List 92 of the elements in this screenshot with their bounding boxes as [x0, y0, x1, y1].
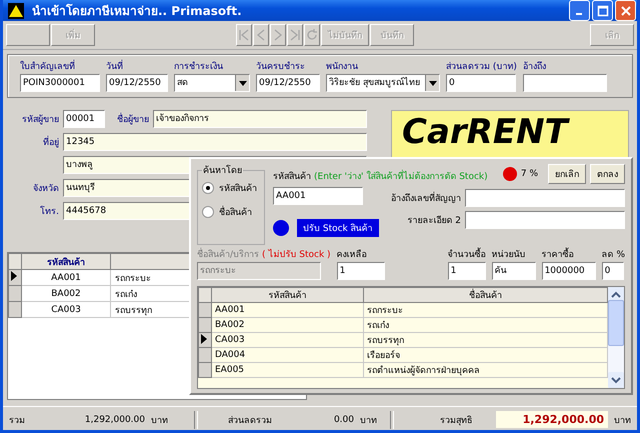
- caret-icon: [238, 80, 246, 86]
- input-field[interactable]: 1: [336, 262, 385, 280]
- field-label: พนักงาน: [326, 61, 359, 73]
- field-label: จำนวนซื้อ: [448, 247, 486, 261]
- toolbar-button[interactable]: [6, 24, 50, 46]
- dialog-button[interactable]: ยกเลิก: [548, 164, 586, 184]
- field-label: ลด %: [602, 249, 625, 261]
- field-label: อ้างถึงเลขที่สัญญา: [391, 191, 461, 205]
- maximize-button[interactable]: [592, 0, 613, 21]
- discount-label: ส่วนลดรวม: [228, 414, 273, 426]
- arrow-icon: [288, 28, 302, 42]
- field-label: การชำระเงิน: [174, 60, 224, 73]
- radio-option[interactable]: ชื่อสินค้า: [202, 205, 260, 219]
- field-label: อ้างถึง: [522, 60, 547, 73]
- row-indicator[interactable]: [198, 332, 212, 348]
- minimize-button[interactable]: [569, 0, 590, 21]
- input-field[interactable]: รถกระบะ: [197, 262, 321, 280]
- close-button[interactable]: [615, 0, 636, 21]
- table-cell: รถตำแหน่งผู้จัดการฝ่ายบุคคล: [364, 362, 608, 378]
- currency-label: บาท: [614, 414, 631, 426]
- table-cell: AA001: [212, 302, 364, 318]
- close-icon: [620, 4, 632, 16]
- input-field[interactable]: 00001: [63, 110, 105, 128]
- caret-icon: [428, 80, 436, 86]
- net-total-value: 1,292,000.00: [496, 411, 608, 428]
- discount-value: 0.00: [332, 414, 354, 424]
- input-field[interactable]: AA001: [273, 187, 363, 205]
- input-field[interactable]: POIN3000001: [20, 74, 100, 92]
- input-field[interactable]: 1000000: [542, 262, 596, 280]
- net-total-label: รวมสุทธิ: [440, 414, 472, 426]
- scroll-down-icon[interactable]: [608, 372, 624, 388]
- input-field[interactable]: 0: [446, 74, 516, 92]
- field-label: รายละเอียด 2: [407, 214, 461, 227]
- row-indicator[interactable]: [8, 270, 22, 286]
- table-cell: BA002: [22, 286, 110, 302]
- table-cell: DA004: [212, 348, 364, 362]
- table-cell: CA003: [212, 332, 364, 348]
- column-header: รหัสสินค้า: [22, 254, 110, 270]
- column-header: ชื่อสินค้า: [364, 288, 608, 302]
- input-field[interactable]: [465, 189, 625, 207]
- field-label: ชื่อผู้ขาย: [117, 112, 149, 126]
- field-label: ราคาซื้อ: [542, 247, 596, 261]
- scroll-thumb[interactable]: [608, 300, 624, 346]
- input-field[interactable]: เจ้าของกิจการ: [153, 110, 367, 128]
- dialog-button[interactable]: ตกลง: [590, 164, 625, 184]
- input-field[interactable]: 1: [448, 262, 486, 280]
- arrow-icon: [237, 28, 251, 42]
- input-field[interactable]: 09/12/2550: [256, 74, 320, 92]
- field-label: รหัสสินค้า: [273, 170, 311, 183]
- table-cell: CA003: [22, 302, 110, 318]
- field-label: จังหวัด: [32, 183, 59, 195]
- table-cell: รถกระบะ: [364, 302, 608, 318]
- field-label: ส่วนลดรวม (บาท): [446, 61, 517, 73]
- total-label: รวม: [9, 414, 26, 426]
- total-value: 1,292,000.00: [84, 414, 145, 424]
- input-field[interactable]: [522, 74, 607, 92]
- currency-label: บาท: [360, 414, 377, 426]
- minimize-icon: [576, 12, 582, 14]
- input-field[interactable]: คัน: [492, 262, 536, 280]
- window-title: นำเข้าโดยภาษีเหมาจ่าย.. Primasoft.: [32, 2, 243, 20]
- field-label: ชื่อสินค้า/บริการ: [197, 247, 260, 261]
- maximize-icon: [596, 4, 608, 16]
- table-cell: EA005: [212, 362, 364, 378]
- field-label: ที่อยู่: [7, 135, 59, 149]
- stock-label: ปรับ Stock สินค้า: [297, 219, 379, 237]
- dropdown-field[interactable]: วิริยะชัย สุขสมบูรณ์ไทย: [326, 74, 440, 92]
- currency-label: บาท: [151, 414, 168, 426]
- table-cell: AA001: [22, 270, 110, 286]
- input-field[interactable]: 12345: [63, 133, 367, 151]
- table-cell: BA002: [212, 318, 364, 332]
- dropdown-field[interactable]: สด: [174, 74, 250, 92]
- field-label: คงเหลือ: [336, 248, 368, 261]
- input-field[interactable]: 09/12/2550: [106, 74, 168, 92]
- scrollbar[interactable]: [608, 287, 624, 388]
- column-header: รหัสสินค้า: [212, 288, 364, 302]
- warning-triangle-icon: [8, 2, 24, 18]
- table-cell: เรือยอร์จ: [364, 348, 608, 362]
- radio-option[interactable]: รหัสสินค้า: [202, 181, 260, 195]
- field-label: วันครบชำระ: [256, 60, 306, 73]
- field-label: วันที่: [106, 59, 168, 73]
- table-cell: รถบรรทุก: [364, 332, 608, 348]
- field-label: รหัสผู้ขาย: [21, 114, 59, 126]
- percent-text: 7 %: [520, 169, 538, 179]
- field-label: โทร.: [39, 204, 59, 218]
- note-text: ( ไม่ปรับ Stock ): [262, 248, 331, 261]
- field-label: ใบสำคัญเลขที่: [20, 59, 100, 73]
- table-cell: รถเก๋ง: [364, 318, 608, 332]
- input-field[interactable]: 0: [602, 262, 624, 280]
- field-label: หน่วยนับ: [492, 249, 527, 261]
- group-title: ค้นหาโดย: [202, 164, 243, 177]
- refresh-icon: [305, 28, 319, 42]
- input-field[interactable]: [465, 211, 625, 229]
